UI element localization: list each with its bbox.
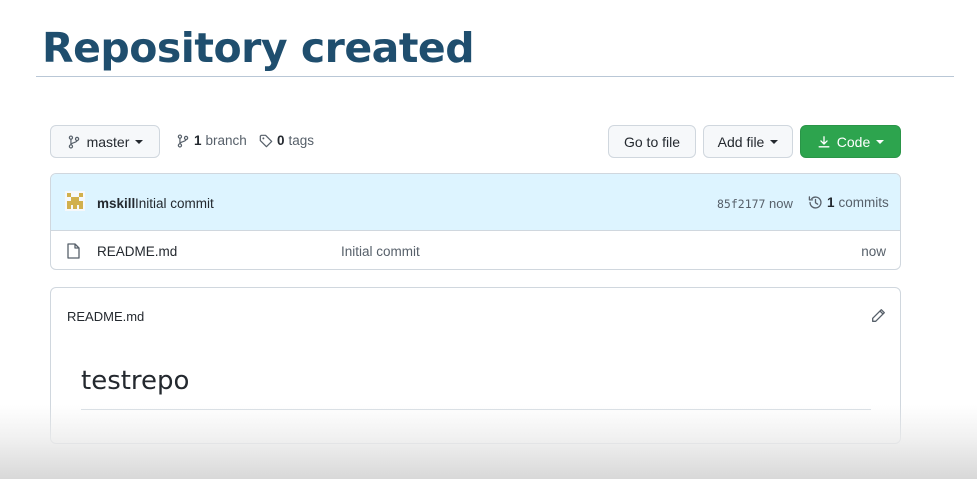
branch-label: branch xyxy=(205,133,247,148)
slide-title: Repository created xyxy=(42,24,475,72)
pencil-icon[interactable] xyxy=(871,308,886,323)
branches-link[interactable]: 1 branch xyxy=(176,133,247,148)
commit-history-link[interactable]: 1 commits xyxy=(808,195,889,210)
code-label: Code xyxy=(836,133,871,150)
download-icon xyxy=(818,135,830,147)
history-icon xyxy=(808,196,822,209)
git-branch-icon xyxy=(68,134,79,149)
code-button[interactable]: Code xyxy=(800,125,901,158)
readme-heading-divider xyxy=(81,409,871,410)
tag-count: 0 xyxy=(277,133,285,148)
go-to-file-label: Go to file xyxy=(623,133,681,150)
commit-message[interactable]: Initial commit xyxy=(135,196,214,211)
file-icon xyxy=(67,243,80,259)
latest-commit-row: mskill Initial commit 85f2177 now 1 comm… xyxy=(51,174,900,231)
readme-heading: testrepo xyxy=(81,366,190,396)
commit-count: 1 xyxy=(827,195,835,210)
branch-name: master xyxy=(86,133,130,150)
tag-icon xyxy=(259,134,273,147)
avatar[interactable] xyxy=(65,191,85,211)
chevron-down-icon xyxy=(876,139,885,144)
file-commit-message[interactable]: Initial commit xyxy=(341,244,420,259)
add-file-label: Add file xyxy=(717,133,765,150)
tag-label: tags xyxy=(288,133,315,148)
tags-link[interactable]: 0 tags xyxy=(259,133,314,148)
readme-filename: README.md xyxy=(67,309,145,324)
branch-select-button[interactable]: master xyxy=(50,125,160,158)
file-commit-age: now xyxy=(861,244,886,259)
commit-author[interactable]: mskill xyxy=(97,196,135,211)
file-list: mskill Initial commit 85f2177 now 1 comm… xyxy=(50,173,901,270)
branch-count: 1 xyxy=(194,133,202,148)
git-branch-icon xyxy=(177,133,189,148)
chevron-down-icon xyxy=(135,139,144,144)
go-to-file-button[interactable]: Go to file xyxy=(608,125,696,158)
chevron-down-icon xyxy=(770,139,779,144)
title-divider xyxy=(36,76,954,77)
commit-count-label: commits xyxy=(838,195,889,210)
file-name-link[interactable]: README.md xyxy=(97,244,177,259)
commit-time: now xyxy=(769,196,793,211)
add-file-button[interactable]: Add file xyxy=(703,125,793,158)
readme-panel: README.md testrepo xyxy=(50,287,901,444)
file-row: README.md Initial commit now xyxy=(51,231,900,269)
commit-sha[interactable]: 85f2177 xyxy=(717,197,765,211)
